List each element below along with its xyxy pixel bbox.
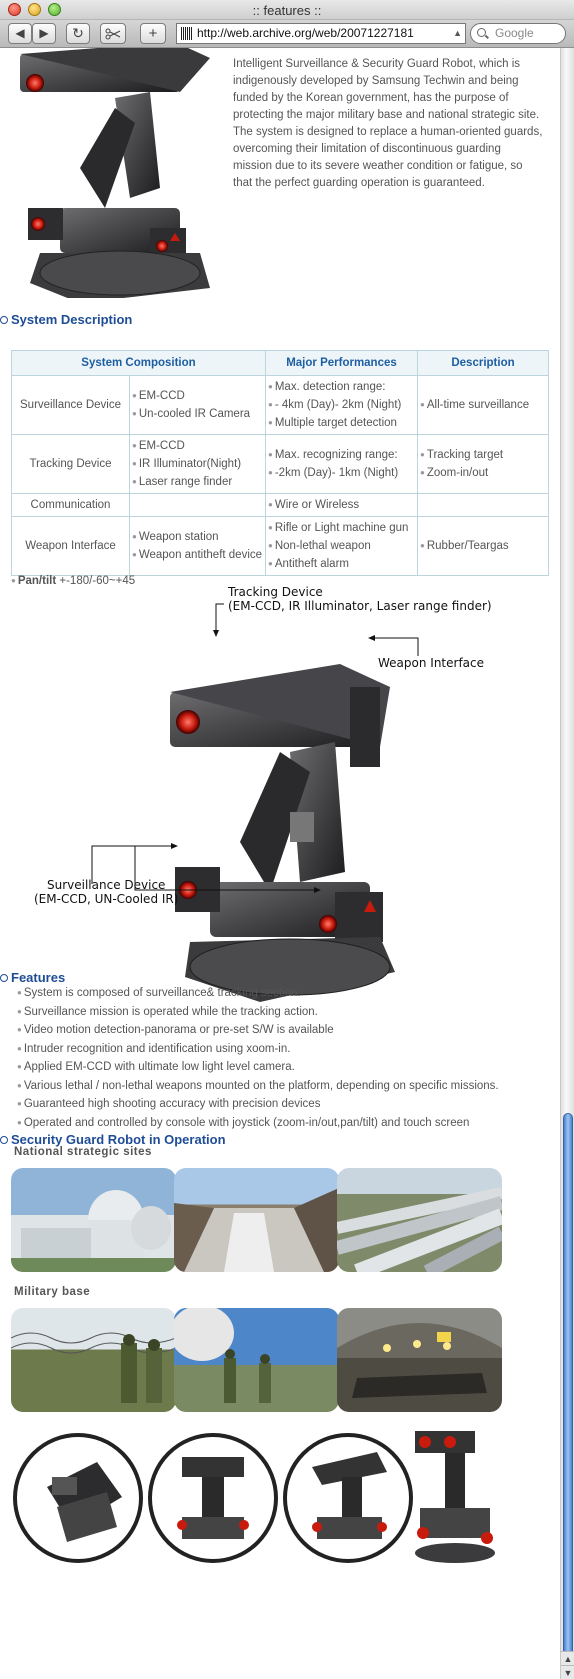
feature-item: ● System is composed of surveillance& tra… [17, 987, 301, 999]
robot-thumbnail-2[interactable] [148, 1433, 278, 1563]
favicon-icon [181, 27, 193, 40]
military-base-subheading: Military base [14, 1286, 91, 1298]
pipelines-image [337, 1187, 502, 1272]
national-sites-subheading: National strategic sites [14, 1146, 152, 1158]
robot-raised-image [415, 1431, 495, 1563]
feature-item: ● Video motion detection-panorama or pre-… [17, 1024, 334, 1036]
robot-thumbnail-4[interactable] [405, 1423, 500, 1568]
browser-toolbar: ◀ ▶ ↻ + http://web.archive.org/web/20071… [0, 20, 574, 48]
search-field[interactable]: Google [470, 23, 566, 44]
tracking-device-callout: Tracking Device (EM-CCD, IR Illuminator,… [228, 585, 492, 613]
bullet-icon: ● [17, 988, 22, 997]
feature-item: ● Intruder recognition and identification… [17, 1042, 291, 1055]
bullet-icon: ● [17, 1043, 22, 1053]
robot-front-image [177, 1457, 249, 1539]
soldiers-fence-image [11, 1332, 176, 1403]
feature-item: ● Applied EM-CCD with ultimate low light … [17, 1061, 295, 1073]
robot-thumbnail-1[interactable] [13, 1433, 143, 1563]
add-bookmark-button[interactable]: + [140, 23, 166, 44]
scroll-up-arrow[interactable]: ▲ [561, 1651, 574, 1665]
search-placeholder: Google [495, 26, 534, 40]
scissors-icon [105, 28, 121, 40]
reload-button[interactable]: ↻ [66, 23, 90, 44]
window-title: :: features :: [252, 3, 322, 18]
feature-item: ● Various lethal / non-lethal weapons mou… [17, 1079, 499, 1092]
robot-side-image [312, 1452, 387, 1539]
vertical-scrollbar[interactable]: ▲ ▼ [560, 48, 574, 1679]
url-text: http://web.archive.org/web/20071227181 [197, 26, 414, 40]
bullet-icon: ● [17, 1025, 22, 1034]
photo-pipelines [337, 1168, 502, 1272]
bullet-icon: ● [17, 1080, 22, 1090]
feature-item: ● Operated and controlled by console with… [17, 1116, 470, 1129]
features-list: ● System is composed of surveillance& tra… [17, 984, 499, 1132]
hangar-image [337, 1323, 502, 1398]
bullet-icon: ● [17, 1006, 22, 1016]
photo-soldiers-fence [11, 1308, 176, 1412]
dam-image [174, 1188, 339, 1272]
page-content: Intelligent Surveillance & Security Guar… [0, 48, 560, 1679]
feature-item: ● Surveillance mission is operated while … [17, 1005, 318, 1018]
photo-dam [174, 1168, 339, 1272]
photo-radar-soldiers [174, 1308, 339, 1412]
photo-hangar [337, 1308, 502, 1412]
radar-soldiers-image [174, 1308, 271, 1403]
circle-bullet-icon [0, 1136, 8, 1144]
operation-heading: Security Guard Robot in Operation [0, 1132, 226, 1147]
surveillance-device-callout: Surveillance Device (EM-CCD, UN-Cooled I… [34, 878, 179, 906]
nuclear-plant-image [11, 1190, 176, 1272]
feature-item: ● Guaranteed high shooting accuracy with … [17, 1098, 321, 1110]
weapon-interface-callout: Weapon Interface [378, 656, 485, 670]
search-icon [477, 28, 486, 37]
back-button[interactable]: ◀ [8, 23, 32, 44]
robot-thumbnail-3[interactable] [283, 1433, 413, 1563]
features-heading: Features [0, 970, 65, 985]
robot-folded-image [47, 1462, 122, 1542]
bullet-icon: ● [17, 1117, 22, 1127]
url-field[interactable]: http://web.archive.org/web/20071227181 ▲ [176, 23, 466, 44]
scroll-down-arrow[interactable]: ▼ [561, 1665, 574, 1679]
bullet-icon: ● [17, 1099, 22, 1108]
window-titlebar: :: features :: [0, 0, 574, 20]
photo-nuclear-plant [11, 1168, 176, 1272]
bullet-icon: ● [17, 1062, 22, 1071]
url-dropdown-icon[interactable]: ▲ [453, 24, 462, 43]
forward-button[interactable]: ▶ [32, 23, 56, 44]
scrollbar-thumb[interactable] [563, 1113, 573, 1658]
snapback-button[interactable] [100, 23, 126, 44]
circle-bullet-icon [0, 974, 8, 982]
